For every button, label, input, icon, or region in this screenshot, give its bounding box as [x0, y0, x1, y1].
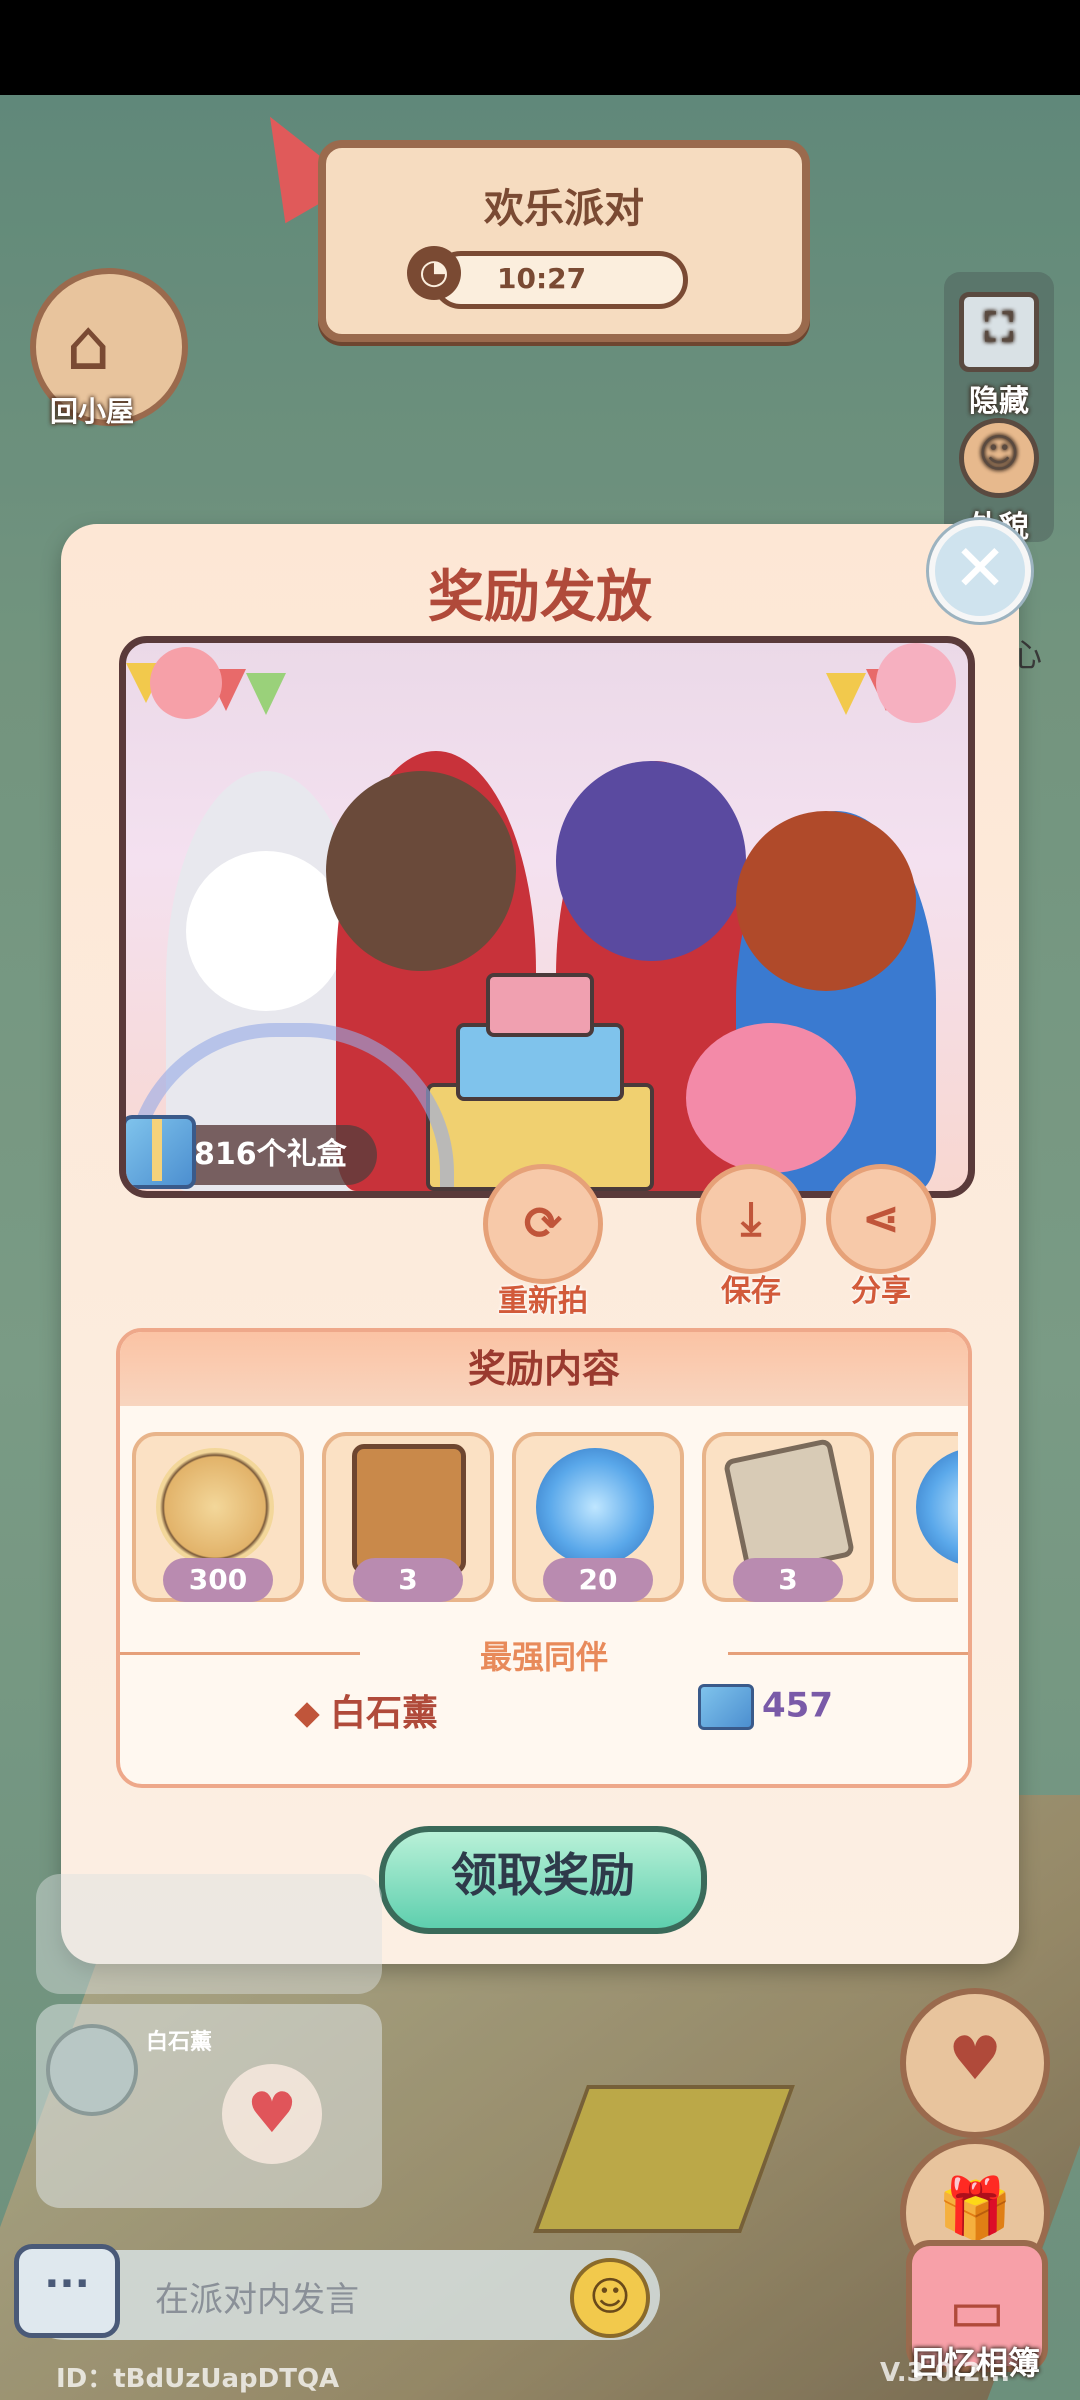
character-white-hair-head — [186, 851, 346, 1011]
fullscreen-icon: ⛶ — [959, 292, 1039, 372]
swirl-orb-icon — [536, 1448, 654, 1566]
reward-qty: 3 — [733, 1558, 843, 1602]
rewards-header: 奖励内容 — [120, 1332, 968, 1406]
diamond-icon — [294, 1702, 320, 1728]
bunting-decoration — [126, 643, 956, 723]
reward-qty: 3 — [353, 1558, 463, 1602]
rewards-panel: 奖励内容 300 3 20 3 最强同伴 白石薰 457 — [116, 1328, 972, 1788]
heart-hand-icon: ♥ — [948, 2024, 1002, 2094]
companion-divider: 最强同伴 — [120, 1632, 968, 1676]
companion-name-text: 白石薰 — [330, 1693, 439, 1734]
companion-gift-value: 457 — [762, 1685, 833, 1726]
party-photo: 816个礼盒 — [119, 636, 975, 1198]
album-icon: ▭ — [948, 2276, 1006, 2346]
reward-item-book[interactable]: 3 — [322, 1432, 494, 1602]
coin-icon — [156, 1448, 274, 1566]
chat-input[interactable]: 在派对内发言 — [155, 2272, 359, 2321]
reward-qty: 300 — [163, 1558, 273, 1602]
home-label[interactable]: 回小屋 — [50, 390, 134, 430]
reward-item-scroll[interactable]: 3 — [702, 1432, 874, 1602]
chat-bar[interactable]: ··· 在派对内发言 ☺ — [14, 2244, 660, 2340]
reward-item-coin[interactable]: 300 — [132, 1432, 304, 1602]
avatar — [46, 2024, 138, 2116]
download-icon: ⤓ — [696, 1164, 806, 1274]
version-text: V.3.0.2... — [880, 2358, 1011, 2388]
party-banner: 欢乐派对 ◔ 10:27 — [318, 140, 810, 342]
party-title: 欢乐派对 — [484, 186, 644, 232]
companion-name: 白石薰 — [294, 1684, 439, 1736]
side-panel: ⛶ 隐藏 ☺ 外貌 — [944, 272, 1054, 545]
status-bar — [0, 0, 1080, 95]
gift-box — [486, 973, 594, 1037]
swirl-orb-icon — [916, 1448, 958, 1566]
companion-label: 最强同伴 — [479, 1638, 608, 1676]
gift-icon: 🎁 — [937, 2174, 1013, 2244]
party-timer-value: 10:27 — [497, 262, 587, 295]
claim-reward-button[interactable]: 领取奖励 — [379, 1826, 707, 1934]
feed-card-upper — [36, 1874, 382, 1994]
character-brown-hair-head — [326, 771, 516, 971]
rewards-list[interactable]: 300 3 20 3 — [132, 1432, 958, 1602]
clock-icon: ◔ — [407, 246, 461, 300]
share-label: 分享 — [851, 1274, 911, 1309]
party-timer: ◔ 10:27 — [407, 246, 688, 309]
retake-label: 重新拍 — [498, 1284, 588, 1319]
heart-icon[interactable]: ♥ — [222, 2064, 322, 2164]
heart-balloon — [686, 1023, 856, 1173]
companion-gift-count: 457 — [698, 1684, 833, 1730]
dialog-title: 奖励发放 — [428, 565, 652, 630]
hide-label: 隐藏 — [969, 384, 1029, 419]
gift-stack — [426, 973, 656, 1191]
character-purple-hair-head — [556, 761, 746, 961]
feed-card: 白石薰 ♥ — [36, 2004, 382, 2208]
retake-button[interactable]: ⟳ 重新拍 — [473, 1164, 613, 1320]
reward-item-orb[interactable]: 20 — [512, 1432, 684, 1602]
close-icon: ✕ — [953, 532, 1007, 606]
refresh-icon: ⟳ — [483, 1164, 603, 1284]
photo-actions: ⟳ 重新拍 ⤓ 保存 ⋖ 分享 — [61, 1164, 1019, 1319]
gift-box-icon — [698, 1684, 754, 1730]
companion-row: 白石薰 457 — [120, 1684, 968, 1744]
house-icon: ⌂ — [66, 304, 111, 386]
interact-button[interactable]: ♥ — [900, 1988, 1050, 2138]
share-button[interactable]: ⋖ 分享 — [821, 1164, 941, 1310]
save-label: 保存 — [721, 1274, 781, 1309]
share-icon: ⋖ — [826, 1164, 936, 1274]
close-button[interactable]: ✕ — [929, 520, 1031, 622]
avatar-icon: ☺ — [959, 418, 1039, 498]
player-id: ID：tBdUzUapDTQA — [56, 2364, 340, 2394]
character-red-hair-head — [736, 811, 916, 991]
book-icon — [352, 1444, 466, 1574]
reward-qty: 20 — [543, 1558, 653, 1602]
reward-item-orb-partial[interactable] — [892, 1432, 958, 1602]
emoji-icon[interactable]: ☺ — [570, 2258, 650, 2338]
save-button[interactable]: ⤓ 保存 — [691, 1164, 811, 1310]
hide-ui-button[interactable]: ⛶ 隐藏 — [944, 292, 1054, 420]
chat-bubble-icon[interactable]: ··· — [14, 2244, 120, 2338]
feed-user-name: 白石薰 — [146, 2030, 213, 2055]
reward-dialog: 奖励发放 ✕ 816个礼盒 ⟳ 重新拍 ⤓ 保存 ⋖ 分享 奖励内容 300 3… — [61, 520, 1031, 1964]
